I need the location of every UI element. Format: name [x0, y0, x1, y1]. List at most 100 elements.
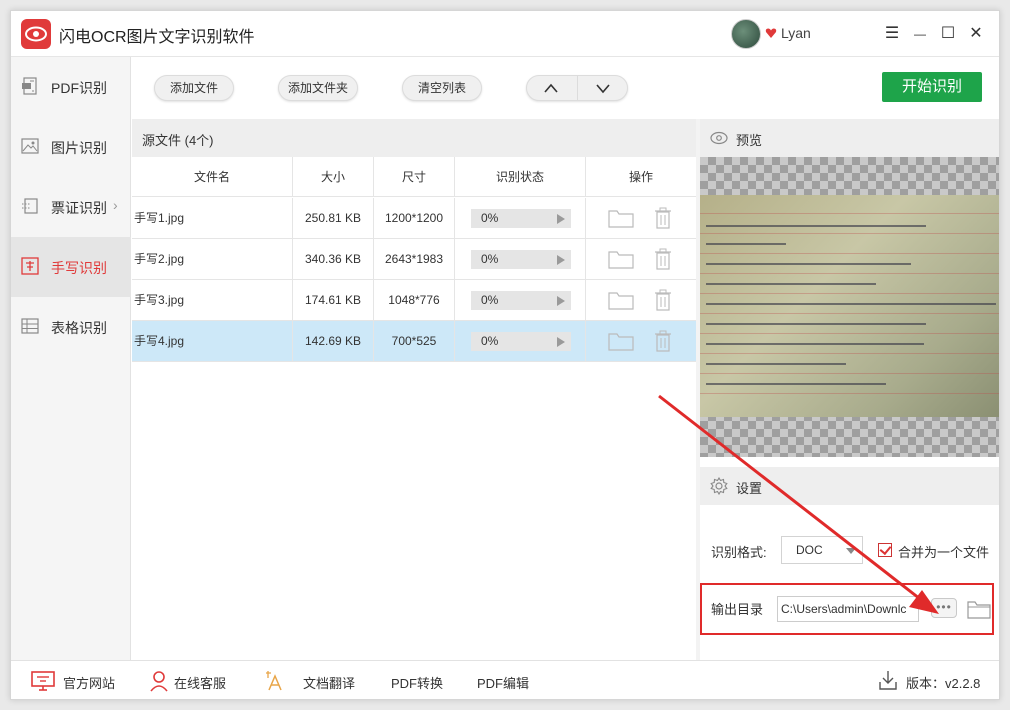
open-folder-icon[interactable]	[608, 331, 634, 351]
add-folder-button[interactable]: 添加文件夹	[278, 75, 358, 101]
monitor-icon	[31, 671, 55, 691]
table-row[interactable]: 手写4.jpg 142.69 KB 700*525 0%	[132, 321, 696, 362]
open-folder-icon[interactable]	[608, 290, 634, 310]
table-row[interactable]: 手写1.jpg 250.81 KB 1200*1200 0%	[132, 198, 696, 239]
sidebar-item-label: 图片识别	[51, 140, 107, 156]
table-row[interactable]: 手写3.jpg 174.61 KB 1048*776 0%	[132, 280, 696, 321]
pdf-edit-link[interactable]: PDF编辑	[477, 673, 529, 692]
format-select[interactable]: DOC	[781, 536, 863, 564]
open-output-folder-icon[interactable]	[967, 599, 991, 619]
table-icon	[21, 318, 39, 334]
close-button[interactable]: ✕	[965, 23, 987, 45]
column-header-actions: 操作	[628, 170, 653, 184]
file-name: 手写1.jpg	[132, 198, 293, 238]
translate-icon	[266, 671, 282, 691]
progress-text: 0%	[481, 334, 499, 348]
sidebar-item-label: 表格识别	[51, 320, 107, 336]
sidebar-item-label: 票证识别	[51, 200, 107, 216]
status-cell: 0%	[455, 198, 586, 238]
gear-icon	[710, 477, 728, 495]
sidebar-item-pdf[interactable]: PDF识别	[11, 57, 131, 117]
handwriting-icon	[21, 257, 39, 275]
output-path-input[interactable]: C:\Users\admin\Downlc	[777, 596, 919, 622]
file-name: 手写2.jpg	[132, 239, 293, 279]
divider	[577, 76, 578, 100]
ticket-icon	[22, 198, 38, 214]
chevron-down-icon[interactable]	[595, 82, 611, 94]
add-file-button[interactable]: 添加文件	[154, 75, 234, 101]
table-row[interactable]: 手写2.jpg 340.36 KB 2643*1983 0%	[132, 239, 696, 280]
app-logo-icon	[21, 19, 51, 49]
version-label: 版本：v2.2.8	[906, 676, 981, 691]
status-cell: 0%	[455, 321, 586, 361]
caret-down-icon	[846, 548, 856, 554]
open-folder-icon[interactable]	[608, 249, 634, 269]
official-website-link[interactable]: 官方网站	[63, 673, 115, 692]
play-icon[interactable]	[557, 337, 565, 347]
delete-icon[interactable]	[654, 248, 672, 270]
file-count-title: 源文件 (4个)	[142, 133, 214, 148]
user-avatar[interactable]	[731, 19, 761, 49]
sidebar: PDF识别 图片识别 票证识别 › 手写识别 表格识别	[11, 57, 131, 660]
play-icon[interactable]	[557, 214, 565, 224]
sidebar-item-label: PDF识别	[51, 80, 107, 96]
file-size: 340.36 KB	[293, 239, 374, 279]
progress-text: 0%	[481, 211, 499, 225]
chevron-up-icon[interactable]	[543, 82, 559, 94]
delete-icon[interactable]	[654, 207, 672, 229]
delete-icon[interactable]	[654, 330, 672, 352]
column-header-status[interactable]: 识别状态	[455, 157, 586, 197]
preview-image	[700, 157, 999, 457]
file-size: 250.81 KB	[293, 198, 374, 238]
start-recognition-button[interactable]: 开始识别	[882, 72, 982, 102]
delete-icon[interactable]	[654, 289, 672, 311]
open-folder-icon[interactable]	[608, 208, 634, 228]
maximize-button[interactable]: ☐	[937, 23, 959, 45]
minimize-button[interactable]: —	[909, 23, 931, 45]
preview-header: 预览	[700, 119, 999, 157]
sidebar-item-image[interactable]: 图片识别	[11, 117, 131, 177]
file-size: 174.61 KB	[293, 280, 374, 320]
actions-cell	[586, 198, 696, 238]
toolbar: 添加文件 添加文件夹 清空列表 开始识别	[132, 57, 999, 119]
actions-cell	[586, 321, 696, 361]
format-label: 识别格式:	[711, 545, 767, 560]
preview-title: 预览	[736, 133, 763, 148]
user-name[interactable]: Lyan	[781, 25, 811, 41]
file-dimensions: 1048*776	[374, 280, 455, 320]
play-icon[interactable]	[557, 255, 565, 265]
file-size: 142.69 KB	[293, 321, 374, 361]
title-bar: 闪电OCR图片文字识别软件 Lyan ☰ — ☐ ✕	[11, 11, 999, 57]
status-cell: 0%	[455, 280, 586, 320]
merge-label[interactable]: 合并为一个文件	[898, 542, 989, 561]
clear-list-button[interactable]: 清空列表	[402, 75, 482, 101]
app-window: 闪电OCR图片文字识别软件 Lyan ☰ — ☐ ✕ PDF识别 图片识别 票证…	[10, 10, 1000, 700]
column-header-name[interactable]: 文件名	[132, 157, 293, 197]
handwriting-photo	[700, 195, 999, 417]
play-icon[interactable]	[557, 296, 565, 306]
file-list-header: 源文件 (4个)	[132, 119, 696, 157]
sidebar-item-ticket[interactable]: 票证识别 ›	[11, 177, 131, 237]
footer: 官方网站 在线客服 文档翻译 PDF转换 PDF编辑 版本：v2.2.8	[11, 660, 999, 699]
file-name: 手写4.jpg	[132, 321, 293, 361]
settings-title: 设置	[736, 481, 763, 496]
column-header-size[interactable]: 大小	[293, 157, 374, 197]
sidebar-item-label: 手写识别	[51, 260, 107, 276]
actions-cell	[586, 280, 696, 320]
pdf-convert-link[interactable]: PDF转换	[391, 673, 443, 692]
merge-checkbox[interactable]	[878, 543, 892, 557]
doc-translate-link[interactable]: 文档翻译	[303, 673, 355, 692]
file-list-panel: 源文件 (4个) 文件名 大小 尺寸 识别状态 操作 手写1.jpg 250.8…	[132, 119, 696, 660]
online-support-link[interactable]: 在线客服	[174, 673, 226, 692]
sidebar-item-handwriting[interactable]: 手写识别	[11, 237, 131, 297]
column-header-dimensions[interactable]: 尺寸	[374, 157, 455, 197]
menu-icon[interactable]: ☰	[881, 23, 903, 45]
progress-bar: 0%	[471, 332, 571, 351]
chevron-right-icon: ›	[113, 197, 118, 213]
status-cell: 0%	[455, 239, 586, 279]
sidebar-item-table[interactable]: 表格识别	[11, 297, 131, 357]
vip-heart-icon	[765, 28, 777, 38]
settings-header: 设置	[700, 467, 999, 505]
progress-bar: 0%	[471, 250, 571, 269]
browse-button[interactable]: •••	[931, 598, 957, 618]
